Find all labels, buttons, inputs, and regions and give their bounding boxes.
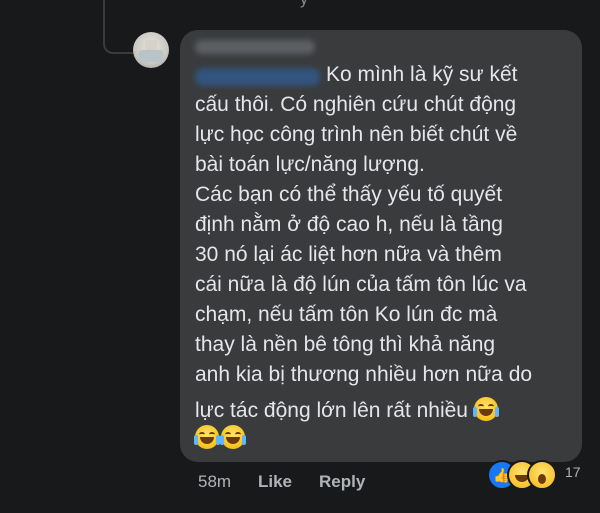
comment-line: chạm, nếu tấm tôn Ko lún đc mà <box>195 303 498 326</box>
avatar[interactable] <box>133 32 169 68</box>
comment-line: lực tác động lớn lên rất nhiều <box>195 399 468 422</box>
reply-button[interactable]: Reply <box>319 472 365 492</box>
comment-line: anh kia bị thương nhiều hơn nữa do <box>195 363 533 386</box>
comment-line: cấu thôi. Có nghiên cứu chút động <box>195 93 517 116</box>
like-button[interactable]: Like <box>258 472 292 492</box>
comment-line: định nằm ở độ cao h, nếu là tầng <box>195 213 503 236</box>
comment-line: lực học công trình nên biết chút về <box>195 123 518 146</box>
laughing-tears-emoji-icon <box>472 397 499 421</box>
comment-line: Các bạn có thể thấy yếu tố quyết <box>195 183 503 206</box>
comment-line: bài toán lực/năng lượng. <box>195 153 425 176</box>
wow-icon <box>527 460 557 490</box>
comment-bubble: Ko mình là kỹ sư kết cấu thôi. Có nghiên… <box>180 30 582 462</box>
reaction-count: 17 <box>565 464 581 480</box>
timestamp[interactable]: 58m <box>198 472 231 492</box>
comment-line: 30 nó lại ác liệt hơn nữa và thêm <box>195 243 502 266</box>
comment-body: Ko mình là kỹ sư kết cấu thôi. Có nghiên… <box>195 56 560 426</box>
reply-thread-connector <box>103 0 133 54</box>
laughing-tears-emoji-icon <box>194 425 220 449</box>
comment-line: cái nữa là độ lún của tấm tôn lúc va <box>195 273 527 296</box>
emoji-row <box>194 425 247 450</box>
laughing-tears-emoji-icon <box>220 425 246 449</box>
blurred-author-name[interactable] <box>195 40 315 54</box>
comment-line: thay là nền bê tông thì khả năng <box>195 333 496 356</box>
previous-comment-text: ỳ <box>300 0 308 9</box>
previous-comment-remnant: ỳ <box>0 0 600 22</box>
comment-line: Ko mình là kỹ sư kết <box>326 63 518 86</box>
